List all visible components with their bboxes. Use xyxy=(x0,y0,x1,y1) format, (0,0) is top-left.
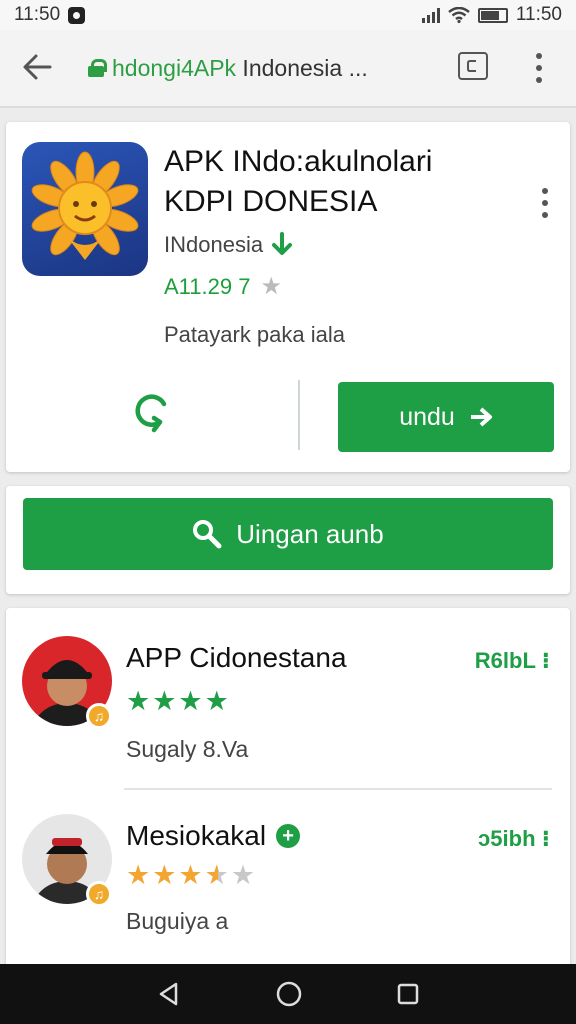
app-menu-icon[interactable] xyxy=(541,188,549,218)
developer-name: INdonesia xyxy=(164,232,264,257)
action-divider xyxy=(298,380,300,450)
status-bar: 11:50 11:50 xyxy=(0,0,576,30)
app-name-text: APP Cidonestana xyxy=(126,642,347,673)
wifi-icon xyxy=(448,7,470,23)
app-size-text: R6lbL xyxy=(474,648,536,673)
browser-menu-icon[interactable] xyxy=(535,53,543,83)
more-icon[interactable]: ⁝ xyxy=(542,648,550,673)
url-text: hdongi4APk Indonesia ... xyxy=(112,55,368,82)
badge-icon: ♫ xyxy=(86,881,112,907)
app-name: Mesiokakal + xyxy=(126,820,301,852)
app-subtitle: Buguiya a xyxy=(126,908,229,934)
badge-icon: ♫ xyxy=(86,703,112,729)
star-icon: ★ xyxy=(260,273,282,300)
app-size: ɔ5ibh ⁝ xyxy=(478,826,550,852)
status-clock-right: 11:50 xyxy=(515,4,562,25)
app-size: R6lbL ⁝ xyxy=(475,648,550,674)
status-time: 11:50 xyxy=(14,4,61,25)
search-icon xyxy=(193,520,222,549)
installs-text: Patayark paka iala xyxy=(164,322,345,347)
developer-row[interactable]: INdonesia xyxy=(164,232,293,258)
nav-recents-icon[interactable] xyxy=(396,982,420,1006)
app-header-card: APK INdo:akulnolari KDPI DONESIA INdones… xyxy=(6,122,570,472)
install-button-label: undu xyxy=(399,402,455,431)
url-rest: Indonesia ... xyxy=(236,54,368,81)
app-subtitle: Sugaly 8.Va xyxy=(126,736,249,762)
rating-row: A11.29 7 ★ xyxy=(164,272,282,301)
app-title-line2: KDPI DONESIA xyxy=(164,185,378,218)
battery-icon xyxy=(477,7,508,23)
related-apps-card: ♫ APP Cidonestana R6lbL ⁝ ★★★★ Sugaly 8.… xyxy=(6,608,570,978)
search-button-label: Uingan aunb xyxy=(236,518,384,549)
list-item[interactable]: ♫ APP Cidonestana R6lbL ⁝ ★★★★ Sugaly 8.… xyxy=(6,608,570,790)
install-button[interactable]: undu xyxy=(338,382,554,452)
nav-home-icon[interactable] xyxy=(275,980,303,1008)
app-size-text: ɔ5ibh xyxy=(478,826,536,851)
app-name: APP Cidonestana xyxy=(126,642,347,674)
signal-icon xyxy=(421,7,440,23)
sun-logo-icon xyxy=(31,151,139,260)
back-arrow-icon[interactable] xyxy=(20,50,54,84)
url-host: hdongi4APk xyxy=(112,54,237,81)
arrow-right-icon xyxy=(470,407,492,427)
verified-icon: + xyxy=(276,824,301,848)
more-icon[interactable]: ⁝ xyxy=(542,826,550,851)
search-card: Uingan aunb xyxy=(6,486,570,594)
url-field[interactable]: hdongi4APk Indonesia ... xyxy=(78,46,388,90)
screenshot-icon xyxy=(68,6,86,24)
browser-toolbar: hdongi4APk Indonesia ... xyxy=(0,30,576,108)
lock-icon xyxy=(88,59,107,77)
download-arrow-icon xyxy=(272,232,293,255)
app-name-text: Mesiokakal xyxy=(126,820,267,851)
search-button[interactable]: Uingan aunb xyxy=(23,498,553,570)
refresh-icon[interactable] xyxy=(130,388,174,436)
star-rating: ★★★★ xyxy=(126,686,231,716)
system-nav-bar xyxy=(0,964,576,1024)
app-title-line1: APK INdo:akulnolari xyxy=(164,145,433,178)
app-title: APK INdo:akulnolari KDPI DONESIA xyxy=(164,142,504,222)
list-item[interactable]: ♫ Mesiokakal + ɔ5ibh ⁝ ★★★★★ Buguiya a xyxy=(6,790,570,970)
star-rating: ★★★★★ xyxy=(126,860,258,890)
app-icon[interactable] xyxy=(22,142,148,276)
rating-value: A11.29 7 xyxy=(164,273,251,299)
nav-back-icon[interactable] xyxy=(156,981,182,1007)
tab-switcher-button[interactable] xyxy=(458,52,488,80)
tab-icon xyxy=(467,60,476,72)
